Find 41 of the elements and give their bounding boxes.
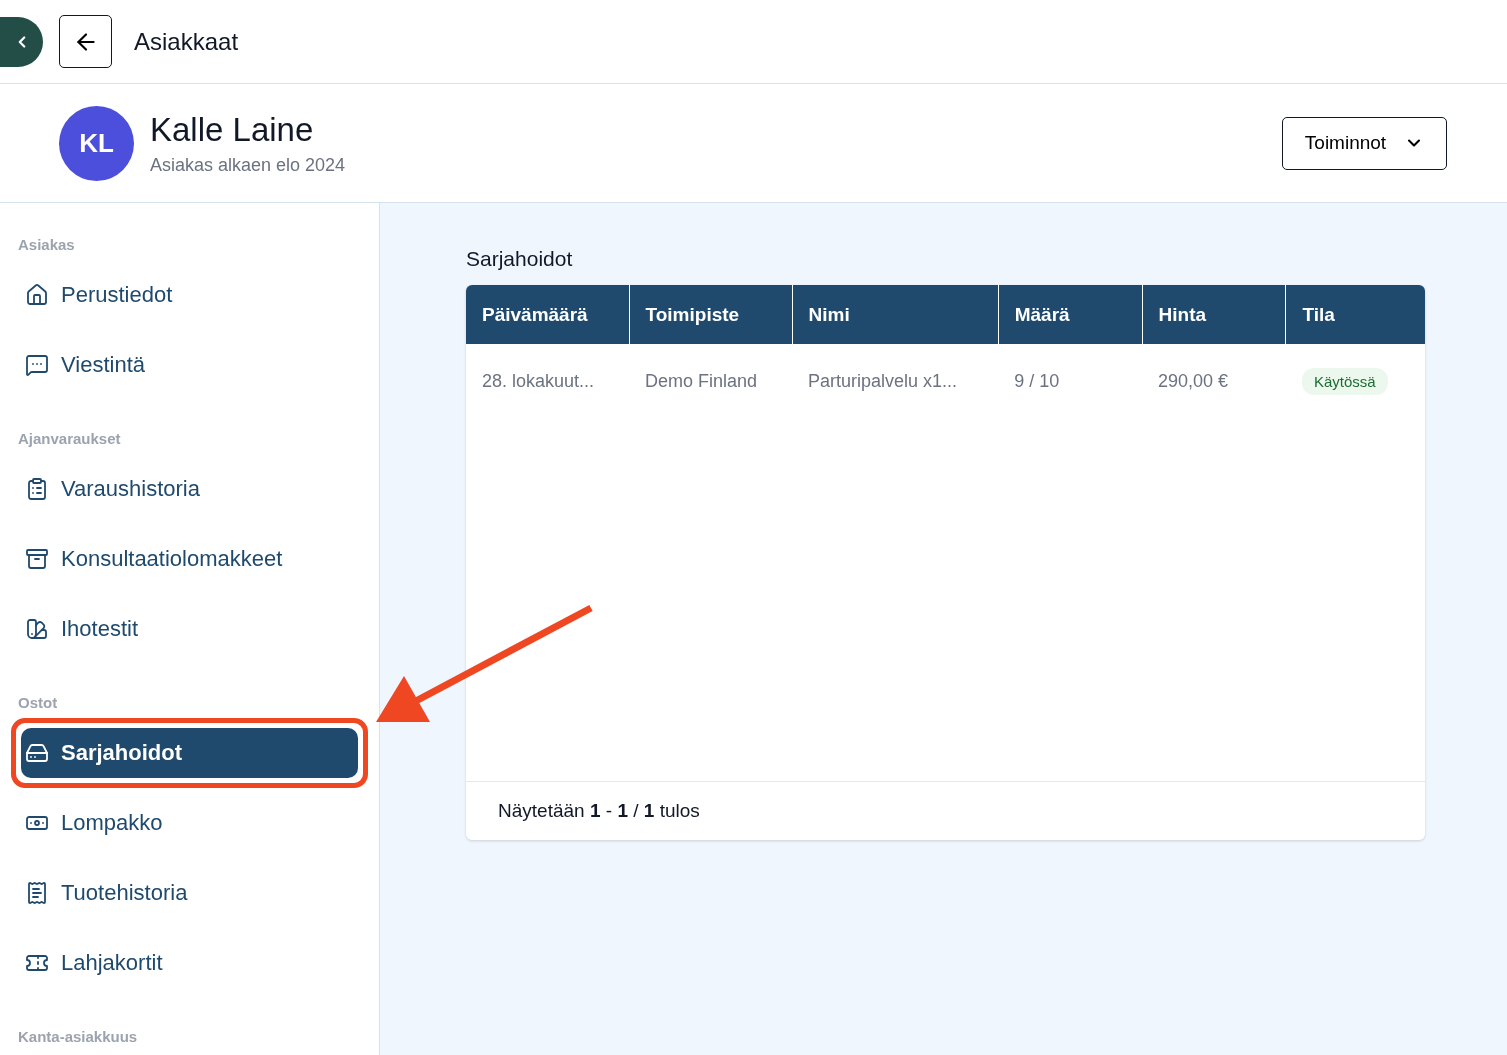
- section-heading: Asiakas: [17, 236, 76, 254]
- column-header[interactable]: Tila: [1285, 285, 1425, 344]
- column-header[interactable]: Määrä: [998, 285, 1143, 344]
- sidebar-item-icon: [25, 741, 49, 765]
- column-header[interactable]: Toimipiste: [629, 285, 793, 344]
- table-cell: Demo Finland: [629, 344, 793, 418]
- sidebar-item-icon: [25, 477, 49, 501]
- column-header[interactable]: Nimi: [792, 285, 999, 344]
- sidebar-item-icon: [25, 283, 49, 307]
- sidebar-item-icon: [25, 353, 49, 377]
- sidebar-item[interactable]: Viestintä: [21, 340, 358, 390]
- sidebar-item[interactable]: Varaushistoria: [21, 464, 358, 514]
- table-cell: Parturipalvelu x1...: [792, 344, 999, 418]
- column-header[interactable]: Hinta: [1142, 285, 1286, 344]
- sidebar-item-icon: [25, 881, 49, 905]
- section-heading: Ajanvaraukset: [17, 430, 122, 448]
- page-title: Asiakkaat: [134, 27, 239, 56]
- table-cell: 9 / 10: [998, 344, 1143, 418]
- sidebar-item[interactable]: Sarjahoidot: [21, 728, 358, 778]
- sidebar-item[interactable]: Perustiedot: [21, 270, 358, 320]
- section-heading: Kanta-asiakkuus: [17, 1028, 139, 1046]
- sidebar-item[interactable]: Lahjakortit: [21, 938, 358, 988]
- column-header[interactable]: Päivämäärä: [466, 285, 629, 344]
- sidebar-item[interactable]: Tuotehistoria: [21, 868, 358, 918]
- customer-since: Asiakas alkaen elo 2024: [150, 154, 347, 176]
- status-badge: Käytössä: [1301, 367, 1388, 395]
- sidebar-item[interactable]: Ihotestit: [21, 604, 358, 654]
- content-title: Sarjahoidot: [466, 247, 574, 271]
- table-cell: 28. lokakuut...: [466, 344, 629, 418]
- collapse-button[interactable]: [0, 16, 43, 67]
- sidebar-item[interactable]: Lompakko: [21, 798, 358, 848]
- customer-name: Kalle Laine: [150, 110, 315, 149]
- table-cell: 290,00 €: [1142, 344, 1286, 418]
- section-heading: Ostot: [17, 694, 59, 712]
- actions-dropdown[interactable]: Toiminnot: [1282, 116, 1447, 170]
- sidebar-item[interactable]: Konsultaatiolomakkeet: [21, 534, 358, 584]
- sidebar-item-icon: [25, 547, 49, 571]
- avatar: KL: [59, 105, 134, 181]
- back-button[interactable]: [59, 15, 112, 68]
- sidebar-item-icon: [25, 617, 49, 641]
- result-count: Näytetään 1 - 1 / 1 tulos: [498, 800, 700, 822]
